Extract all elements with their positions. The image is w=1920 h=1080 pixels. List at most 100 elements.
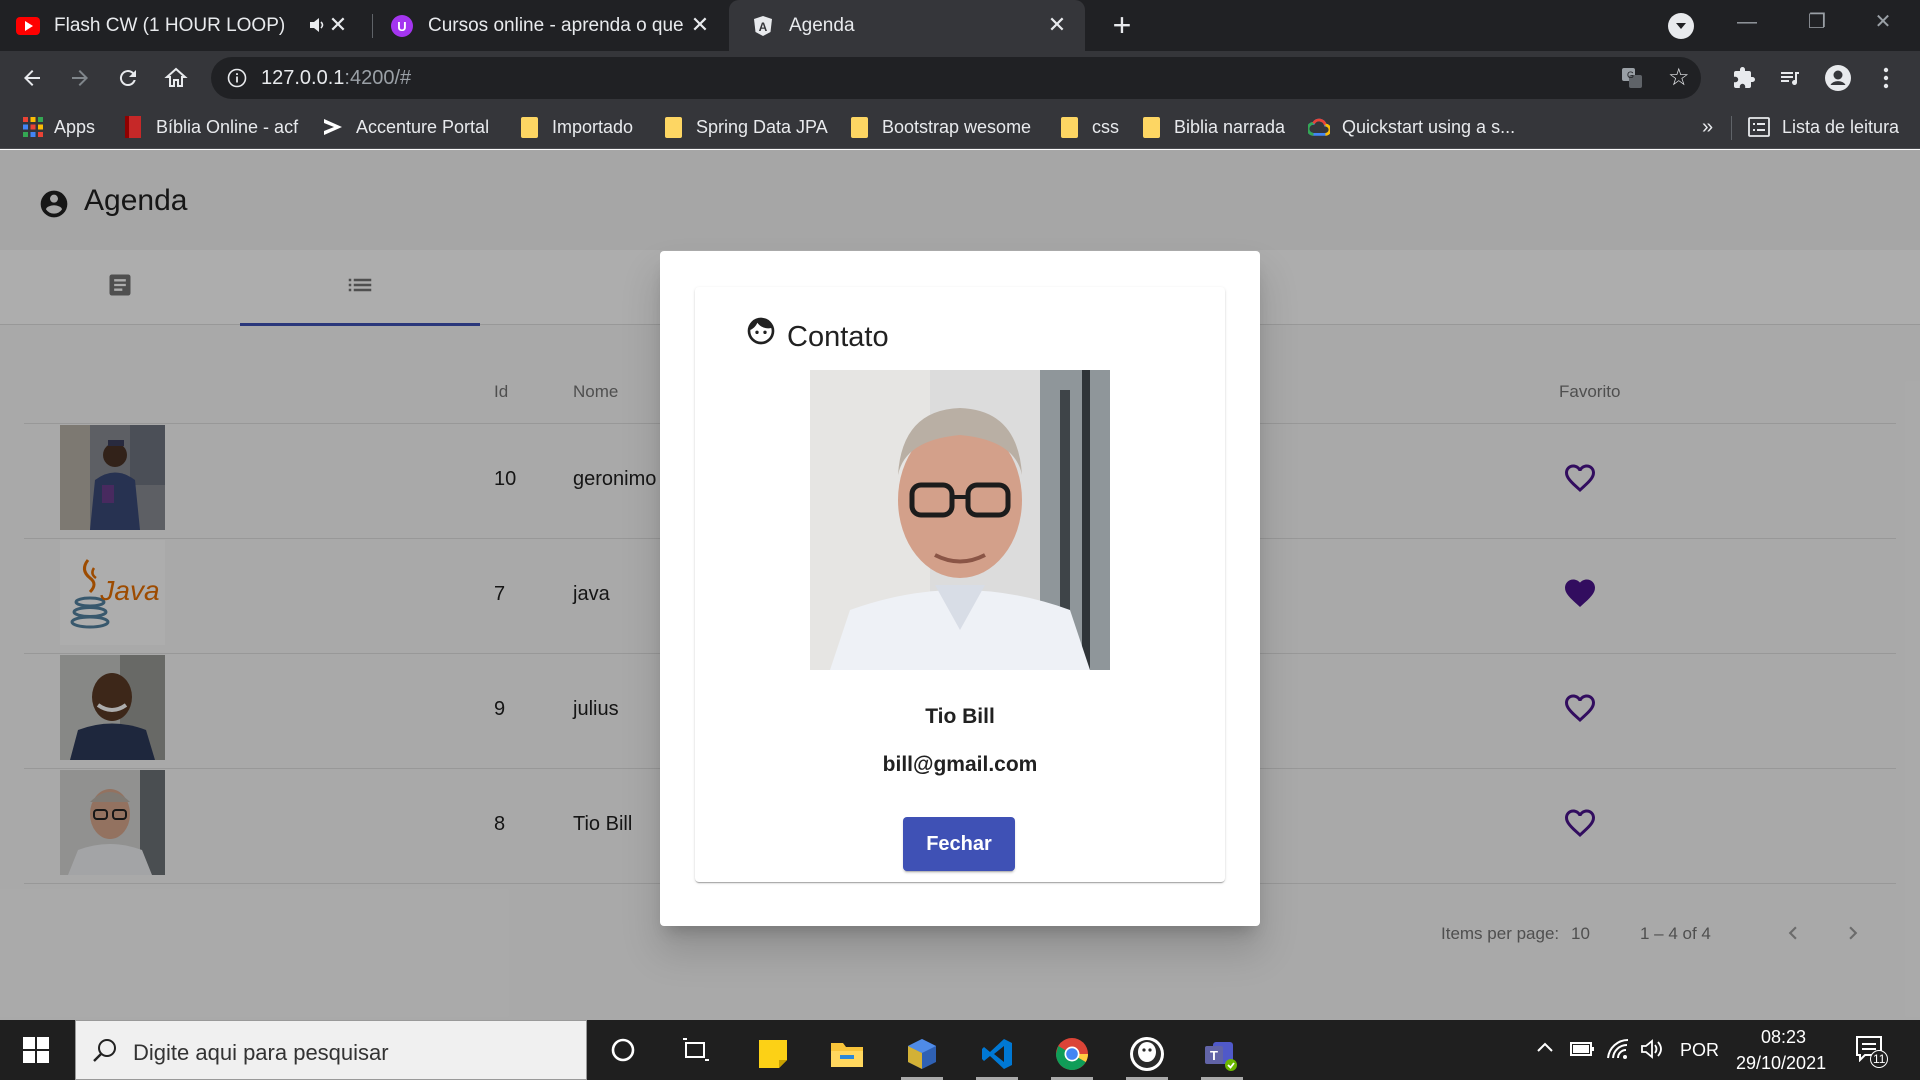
reading-list-icon (1748, 116, 1770, 138)
reading-list-button[interactable]: Lista de leitura (1748, 115, 1899, 139)
bookmark-folder-spring-data-jpa[interactable]: Spring Data JPA (662, 115, 828, 139)
speaker-icon[interactable] (308, 14, 326, 42)
bookmark-folder-biblia-narrada[interactable]: Biblia narrada (1140, 115, 1285, 139)
browser-tab-youtube[interactable]: Flash CW (1 HOUR LOOP) - Y ✕ (16, 0, 366, 51)
bookmark-label: Bíblia Online - acf (156, 116, 299, 137)
pgadmin-icon[interactable] (1122, 1028, 1172, 1080)
svg-text:T: T (1210, 1048, 1218, 1063)
bookmark-label: css (1092, 116, 1119, 137)
reading-list-label: Lista de leitura (1782, 116, 1900, 137)
angular-icon: A (751, 14, 775, 38)
folder-icon (1058, 116, 1080, 138)
profile-avatar-icon[interactable] (1822, 62, 1854, 94)
windows-start-icon[interactable] (14, 1028, 58, 1072)
contact-photo-large (810, 370, 1110, 670)
minimize-window-icon[interactable]: — (1716, 0, 1778, 44)
svg-text:G: G (1627, 70, 1634, 80)
show-hidden-icons-chevron-icon[interactable] (1535, 1038, 1555, 1063)
translate-icon[interactable]: G (1621, 67, 1643, 94)
folder-icon (518, 116, 540, 138)
accenture-icon (322, 116, 344, 138)
bookmark-label: Spring Data JPA (696, 116, 828, 137)
url-text: 127.0.0.1:4200/# (261, 67, 412, 89)
bookmark-label: Quickstart using a s... (1342, 116, 1516, 137)
virtualbox-icon[interactable] (897, 1028, 947, 1080)
bookmark-accenture-portal[interactable]: Accenture Portal (322, 115, 489, 139)
face-icon (745, 315, 777, 352)
bookmarks-divider (1731, 116, 1732, 140)
bookmark-folder-importado[interactable]: Importado (518, 115, 633, 139)
windows-taskbar: Digite aqui para pesquisar T POR 08:23 2… (0, 1020, 1920, 1080)
bookmark-label: Bootstrap wesome (882, 116, 1032, 137)
volume-icon[interactable] (1640, 1038, 1664, 1065)
cortana-icon[interactable] (601, 1028, 645, 1072)
media-queue-icon[interactable] (1774, 62, 1806, 94)
folder-icon (848, 116, 870, 138)
browser-toolbar: 127.0.0.1:4200/# G ☆ (0, 51, 1920, 105)
search-placeholder: Digite aqui para pesquisar (133, 1040, 389, 1065)
chrome-menu-icon[interactable] (1870, 62, 1902, 94)
svg-text:A: A (759, 20, 768, 34)
tab-title: Agenda (789, 14, 855, 36)
bookmark-label: Accenture Portal (356, 116, 490, 137)
contact-email: bill@gmail.com (882, 753, 1038, 776)
google-cloud-icon (1308, 116, 1330, 138)
sticky-notes-icon[interactable] (748, 1028, 798, 1080)
udemy-icon: U (390, 14, 414, 38)
home-icon[interactable] (160, 62, 192, 94)
close-tab-icon[interactable]: ✕ (1045, 13, 1069, 37)
bookmark-star-icon[interactable]: ☆ (1668, 66, 1690, 90)
back-icon[interactable] (16, 62, 48, 94)
close-dialog-button[interactable]: Fechar (903, 817, 1015, 871)
tab-title: Cursos online - aprenda o que qu (428, 14, 688, 36)
address-bar[interactable]: 127.0.0.1:4200/# G ☆ (211, 57, 1701, 99)
contact-dialog: Contato Tio Bill bill@gmail.com Fechar (660, 251, 1260, 926)
notifications-icon[interactable]: 11 (1856, 1036, 1890, 1068)
site-info-icon[interactable] (227, 68, 247, 93)
folder-icon (662, 116, 684, 138)
restore-window-icon[interactable]: ❐ (1786, 0, 1848, 44)
task-view-icon[interactable] (674, 1028, 718, 1072)
contact-name-heading: Tio Bill (925, 705, 995, 728)
bible-icon (122, 116, 144, 138)
more-bookmarks-button[interactable]: » (1702, 115, 1713, 139)
chrome-icon[interactable] (1047, 1028, 1097, 1080)
bookmark-label: Apps (54, 116, 96, 137)
vscode-icon[interactable] (972, 1028, 1022, 1080)
folder-icon (1140, 116, 1162, 138)
new-tab-button[interactable]: + (1106, 9, 1138, 42)
close-tab-icon[interactable]: ✕ (326, 13, 350, 37)
taskbar-search-input[interactable]: Digite aqui para pesquisar (75, 1020, 587, 1080)
file-explorer-icon[interactable] (822, 1028, 872, 1080)
tab-title: Flash CW (1 HOUR LOOP) - Y (54, 14, 290, 36)
clock-time[interactable]: 08:23 (1761, 1027, 1806, 1048)
browser-tab-strip: Flash CW (1 HOUR LOOP) - Y ✕ U Cursos on… (0, 0, 1920, 51)
browser-tab-udemy[interactable]: U Cursos online - aprenda o que qu ✕ (378, 0, 728, 51)
close-window-icon[interactable]: ✕ (1852, 0, 1914, 44)
browser-tab-agenda[interactable]: A Agenda ✕ (729, 0, 1085, 51)
dialog-title: Contato (787, 321, 889, 353)
wifi-icon[interactable] (1606, 1038, 1630, 1065)
bookmark-label: Biblia narrada (1174, 116, 1286, 137)
input-language[interactable]: POR (1680, 1040, 1719, 1061)
bookmark-biblia-online[interactable]: Bíblia Online - acf (122, 115, 298, 139)
close-tab-icon[interactable]: ✕ (688, 13, 712, 37)
contact-card: Contato Tio Bill bill@gmail.com Fechar (695, 287, 1225, 882)
notification-count-badge: 11 (1870, 1050, 1889, 1068)
bookmark-quickstart[interactable]: Quickstart using a s... (1308, 115, 1515, 139)
youtube-icon (16, 14, 40, 38)
forward-icon[interactable] (64, 62, 96, 94)
battery-icon[interactable] (1570, 1039, 1596, 1064)
bookmark-apps[interactable]: Apps (22, 115, 95, 139)
tab-search-button[interactable] (1668, 13, 1694, 39)
bookmark-label: Importado (552, 116, 634, 137)
teams-icon[interactable]: T (1197, 1028, 1247, 1080)
search-icon (92, 1037, 118, 1068)
bookmark-folder-bootstrap-wesome[interactable]: Bootstrap wesome (848, 115, 1031, 139)
extensions-icon[interactable] (1728, 62, 1760, 94)
clock-date[interactable]: 29/10/2021 (1736, 1053, 1826, 1074)
apps-grid-icon (22, 116, 44, 138)
bookmarks-bar: Apps Bíblia Online - acf Accenture Porta… (0, 105, 1920, 149)
reload-icon[interactable] (112, 62, 144, 94)
bookmark-folder-css[interactable]: css (1058, 115, 1119, 139)
